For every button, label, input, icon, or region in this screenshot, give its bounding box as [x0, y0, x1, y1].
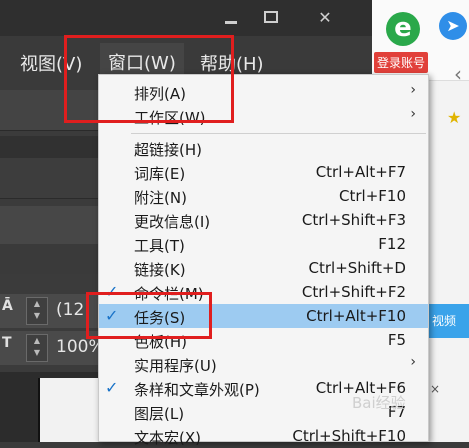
menu-item-label: 文本宏(X): [134, 429, 201, 447]
menu-item-shortcut: Ctrl+Shift+F2: [301, 283, 406, 301]
font-size-icon: Ā: [2, 298, 13, 314]
annotation-highlight-window-menu: [64, 35, 234, 123]
browser-logo-icon[interactable]: e: [386, 12, 420, 46]
minimize-icon: [225, 20, 237, 24]
menu-item-label: 图层(L): [134, 405, 185, 423]
font-size-stepper[interactable]: ▲ ▼: [26, 297, 48, 325]
document-page: [38, 378, 102, 442]
menu-item[interactable]: 超链接(H): [99, 136, 428, 160]
menu-item[interactable]: 词库(E) Ctrl+Alt+F7: [99, 160, 428, 184]
menu-item[interactable]: 文本宏(X) Ctrl+Shift+F10: [99, 424, 428, 448]
menu-item-label: 链接(K): [134, 261, 186, 279]
menu-item-shortcut: F5: [387, 331, 406, 349]
menu-item-shortcut: Ctrl+Shift+F3: [301, 211, 406, 229]
font-size-value[interactable]: (12: [56, 300, 84, 320]
checkmark-icon: ✓: [105, 378, 119, 397]
menu-item-label: 工具(T): [134, 237, 185, 255]
menu-item[interactable]: 链接(K) Ctrl+Shift+D: [99, 256, 428, 280]
menu-item-shortcut: Ctrl+Alt+F7: [315, 163, 406, 181]
chevron-right-icon: ›: [410, 354, 416, 370]
navigation-icon[interactable]: ➤: [439, 12, 467, 40]
menu-item-label: 条样和文章外观(P): [134, 381, 260, 399]
panel-row: [0, 244, 100, 274]
chevron-left-icon[interactable]: ‹: [454, 62, 462, 86]
scale-control: T ▲ ▼ 100%: [0, 331, 105, 365]
scale-stepper[interactable]: ▲ ▼: [26, 334, 48, 362]
chevron-right-icon: ›: [410, 106, 416, 122]
menu-item[interactable]: 更改信息(I) Ctrl+Shift+F3: [99, 208, 428, 232]
font-size-control: Ā ▲ ▼ (12: [0, 294, 100, 328]
menu-item-shortcut: Ctrl+Shift+D: [308, 259, 406, 277]
favorite-star-icon[interactable]: ★: [447, 108, 461, 127]
chevron-right-icon: ›: [410, 82, 416, 98]
list-bullet-icon: ×: [430, 382, 441, 396]
window-menu-dropdown: 排列(A) › 工作区(W) › 超链接(H) 词库(E) Ctrl+Alt+F7 附注(N)…: [98, 74, 429, 447]
title-bar: ✕: [0, 0, 372, 36]
menu-item-label: 超链接(H): [134, 141, 202, 159]
video-button[interactable]: 视频: [428, 304, 469, 338]
login-button[interactable]: 登录账号: [374, 52, 429, 73]
menu-item-label: 词库(E): [134, 165, 186, 183]
video-label: 视频: [432, 314, 457, 328]
menu-item-shortcut: Ctrl+F10: [339, 187, 406, 205]
maximize-icon: [264, 11, 278, 23]
panel-row: [0, 206, 100, 244]
watermark: Bai经验: [352, 394, 406, 412]
menu-item[interactable]: 附注(N) Ctrl+F10: [99, 184, 428, 208]
menu-item-shortcut: F12: [378, 235, 406, 253]
close-button[interactable]: ✕: [308, 3, 342, 31]
text-scale-icon: T: [2, 335, 12, 351]
panel-row: [0, 158, 100, 199]
menu-item[interactable]: 实用程序(U) ›: [99, 352, 428, 376]
minimize-button[interactable]: [214, 3, 248, 31]
ruler-strip: [0, 136, 100, 158]
close-icon: ✕: [318, 7, 332, 27]
annotation-highlight-task-item: [86, 292, 212, 339]
menu-item-label: 实用程序(U): [134, 357, 217, 375]
menu-item-label: 更改信息(I): [134, 213, 211, 231]
menu-item[interactable]: 工具(T) F12: [99, 232, 428, 256]
menu-separator: [131, 133, 426, 134]
menu-item-shortcut: Ctrl+Alt+F10: [306, 307, 406, 325]
menu-item-label: 附注(N): [134, 189, 187, 207]
maximize-button[interactable]: [254, 3, 288, 31]
menu-item-shortcut: Ctrl+Shift+F10: [292, 427, 406, 445]
